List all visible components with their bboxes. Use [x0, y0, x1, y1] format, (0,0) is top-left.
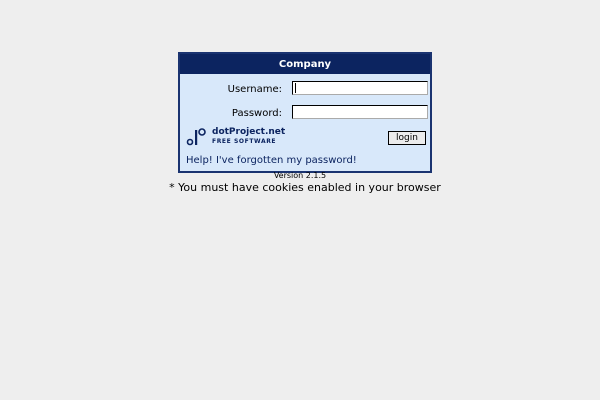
login-header: Company [180, 54, 430, 74]
logo-name: dotProject.net [212, 127, 286, 137]
dotproject-logo-icon [186, 128, 206, 146]
forgot-password-link[interactable]: Help! I've forgotten my password! [186, 155, 357, 166]
password-label: Password: [231, 108, 282, 119]
username-row: Username: [180, 81, 430, 99]
password-input[interactable] [292, 105, 428, 119]
dotproject-logo: dotProject.net FREE SOFTWARE [186, 127, 286, 147]
password-row: Password: [180, 105, 430, 123]
username-label: Username: [227, 84, 282, 95]
cookie-note: * You must have cookies enabled in your … [169, 181, 441, 194]
logo-subtitle: FREE SOFTWARE [212, 138, 277, 145]
username-input[interactable] [292, 81, 428, 95]
version-text: Version 2.1.5 [273, 171, 327, 180]
login-button[interactable]: login [388, 131, 426, 145]
text-caret [295, 83, 296, 93]
login-box: Company Username: Password: dotProject.n… [178, 52, 432, 173]
